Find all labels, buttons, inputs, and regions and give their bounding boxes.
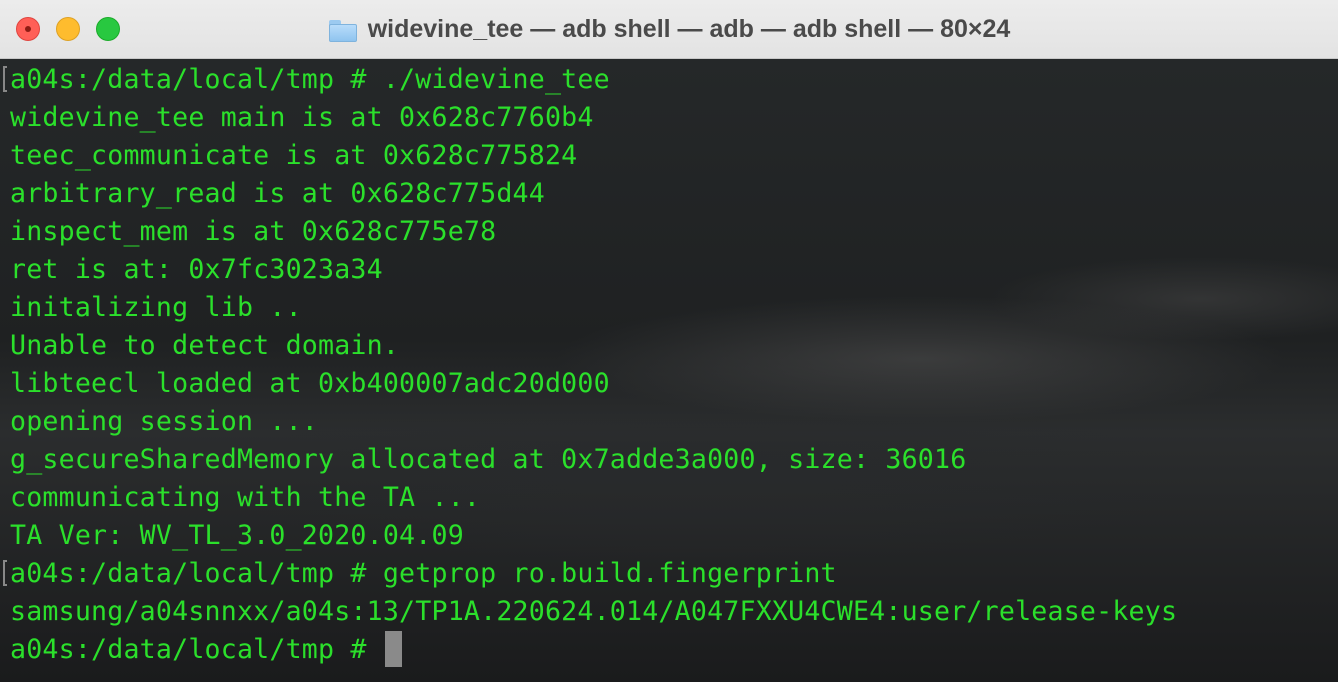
terminal-line: arbitrary_read is at 0x628c775d44 bbox=[10, 178, 545, 209]
terminal-line: samsung/a04snnxx/a04s:13/TP1A.220624.014… bbox=[10, 596, 1178, 627]
prompt-mark-icon bbox=[3, 66, 7, 92]
terminal-output: a04s:/data/local/tmp # ./widevine_tee wi… bbox=[10, 61, 1177, 669]
terminal-line: ret is at: 0x7fc3023a34 bbox=[10, 254, 383, 285]
terminal-line: inspect_mem is at 0x628c775e78 bbox=[10, 216, 497, 247]
title-bar[interactable]: widevine_tee — adb shell — adb — adb she… bbox=[0, 0, 1338, 59]
terminal-window: widevine_tee — adb shell — adb — adb she… bbox=[0, 0, 1338, 682]
terminal-prompt-line[interactable]: a04s:/data/local/tmp # bbox=[10, 631, 1177, 669]
terminal-line: communicating with the TA ... bbox=[10, 482, 481, 513]
window-title: widevine_tee — adb shell — adb — adb she… bbox=[367, 15, 1011, 43]
terminal-content[interactable]: a04s:/data/local/tmp # ./widevine_tee wi… bbox=[0, 59, 1338, 682]
terminal-line: a04s:/data/local/tmp # getprop ro.build.… bbox=[10, 558, 837, 589]
prompt-mark-icon bbox=[3, 560, 7, 586]
terminal-line: TA Ver: WV_TL_3.0_2020.04.09 bbox=[10, 520, 464, 551]
terminal-prompt: a04s:/data/local/tmp # bbox=[10, 634, 383, 665]
terminal-line: initalizing lib .. bbox=[10, 292, 302, 323]
terminal-line: a04s:/data/local/tmp # ./widevine_tee bbox=[10, 64, 610, 95]
terminal-line: widevine_tee main is at 0x628c7760b4 bbox=[10, 102, 594, 133]
folder-icon bbox=[328, 18, 358, 42]
terminal-line: Unable to detect domain. bbox=[10, 330, 400, 361]
terminal-line: opening session ... bbox=[10, 406, 319, 437]
terminal-line: g_secureSharedMemory allocated at 0x7add… bbox=[10, 444, 967, 475]
window-title-group: widevine_tee — adb shell — adb — adb she… bbox=[0, 0, 1338, 59]
text-cursor bbox=[384, 631, 402, 667]
terminal-line: libteecl loaded at 0xb400007adc20d000 bbox=[10, 368, 610, 399]
terminal-line: teec_communicate is at 0x628c775824 bbox=[10, 140, 578, 171]
